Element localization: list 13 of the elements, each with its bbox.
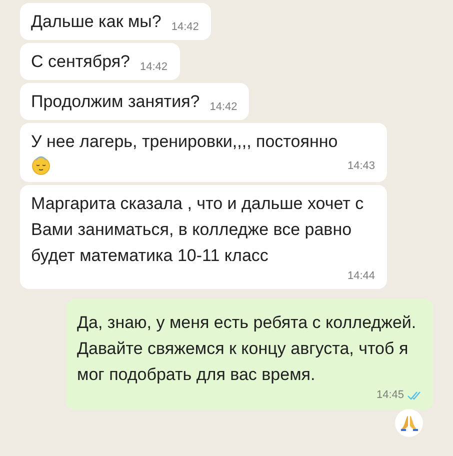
message-text: С сентября? [31, 51, 130, 73]
message-time: 14:44 [347, 269, 375, 283]
message-time: 14:42 [171, 20, 199, 34]
message-time: 14:42 [140, 60, 168, 74]
message-text: У нее лагерь, тренировки,,,, постоянно [31, 131, 338, 153]
message-time: 14:43 [347, 158, 375, 172]
message-text: Дальше как мы? [31, 11, 162, 33]
praying-hands-icon [400, 414, 418, 432]
message-text: Маргарита сказала , что и дальше хочет с Вами заниматься, в колледже все равно будет математика 10-11 класс [31, 193, 365, 267]
message-time: 14:42 [210, 100, 238, 114]
message-text: Продолжим занятия? [31, 91, 200, 113]
message-time: 14:45 [376, 388, 404, 402]
message-text: Да, знаю, у меня есть ребята с колледжей. Давайте свяжемся к концу августа, чтоб я мог подобрать для вас время. [77, 312, 418, 386]
